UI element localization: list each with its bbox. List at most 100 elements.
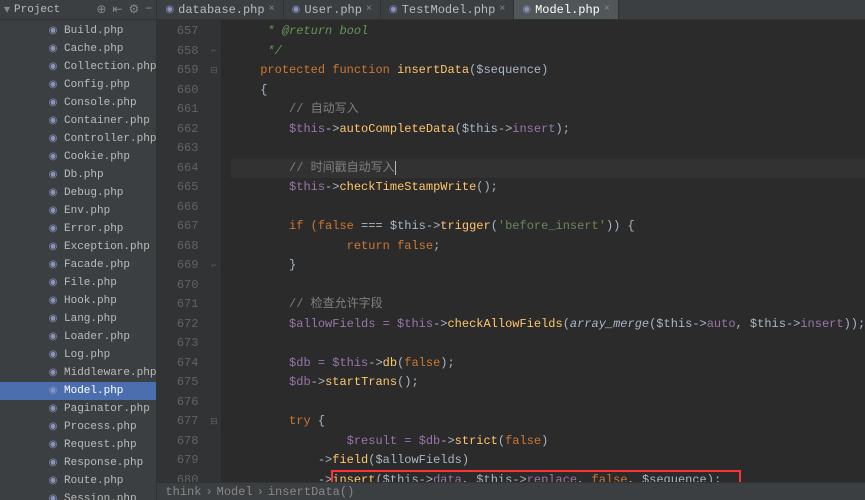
file-item[interactable]: ◉Config.php bbox=[0, 76, 156, 94]
php-icon: ◉ bbox=[46, 168, 60, 182]
php-icon: ◉ bbox=[46, 114, 60, 128]
php-icon: ◉ bbox=[165, 4, 174, 16]
breadcrumb-item[interactable]: insertData() bbox=[268, 485, 354, 499]
php-icon: ◉ bbox=[46, 24, 60, 38]
code-line[interactable]: protected function insertData($sequence) bbox=[231, 61, 865, 81]
code-line[interactable]: ->field($allowFields) bbox=[231, 451, 865, 471]
code-line[interactable]: $result = $db->strict(false) bbox=[231, 432, 865, 452]
file-item[interactable]: ◉Loader.php bbox=[0, 328, 156, 346]
file-item[interactable]: ◉Debug.php bbox=[0, 184, 156, 202]
php-icon: ◉ bbox=[46, 294, 60, 308]
tab-label: TestModel.php bbox=[402, 3, 496, 17]
php-icon: ◉ bbox=[46, 420, 60, 434]
code-line[interactable]: try { bbox=[231, 412, 865, 432]
code-line[interactable] bbox=[231, 198, 865, 218]
file-item[interactable]: ◉Log.php bbox=[0, 346, 156, 364]
php-icon: ◉ bbox=[292, 4, 301, 16]
code-line[interactable]: if (false === $this->trigger('before_ins… bbox=[231, 217, 865, 237]
target-icon[interactable]: ⊕ bbox=[96, 2, 106, 17]
breadcrumb-item[interactable]: think bbox=[165, 485, 201, 499]
code-line[interactable]: // 时间戳自动写入 bbox=[231, 159, 865, 179]
file-item[interactable]: ◉Cookie.php bbox=[0, 148, 156, 166]
php-icon: ◉ bbox=[46, 204, 60, 218]
file-item[interactable]: ◉Exception.php bbox=[0, 238, 156, 256]
code-line[interactable] bbox=[231, 139, 865, 159]
editor-tab[interactable]: ◉ database.php × bbox=[157, 0, 283, 19]
code-content[interactable]: * @return bool */ protected function ins… bbox=[221, 20, 865, 482]
close-icon[interactable]: × bbox=[499, 4, 505, 15]
php-icon: ◉ bbox=[46, 366, 60, 380]
file-item[interactable]: ◉Hook.php bbox=[0, 292, 156, 310]
php-icon: ◉ bbox=[46, 240, 60, 254]
file-item[interactable]: ◉Collection.php bbox=[0, 58, 156, 76]
file-item[interactable]: ◉Response.php bbox=[0, 454, 156, 472]
file-item[interactable]: ◉Lang.php bbox=[0, 310, 156, 328]
file-item[interactable]: ◉Middleware.php bbox=[0, 364, 156, 382]
code-line[interactable]: $db = $this->db(false); bbox=[231, 354, 865, 374]
file-item[interactable]: ◉Facade.php bbox=[0, 256, 156, 274]
file-item[interactable]: ◉Container.php bbox=[0, 112, 156, 130]
code-line[interactable]: ->insert($this->data, $this->replace, fa… bbox=[231, 471, 865, 483]
php-icon: ◉ bbox=[46, 492, 60, 500]
php-icon: ◉ bbox=[46, 438, 60, 452]
collapse-all-icon[interactable]: ⇤ bbox=[112, 2, 122, 17]
breadcrumb[interactable]: think › Model › insertData() bbox=[157, 482, 865, 500]
code-line[interactable]: { bbox=[231, 81, 865, 101]
code-line[interactable]: // 自动写入 bbox=[231, 100, 865, 120]
editor-tab[interactable]: ◉Model.php× bbox=[514, 0, 619, 19]
file-item[interactable]: ◉Paginator.php bbox=[0, 400, 156, 418]
php-icon: ◉ bbox=[46, 96, 60, 110]
close-icon[interactable]: × bbox=[604, 4, 610, 15]
project-sidebar: ▾ Project ⊕ ⇤ ⚙ − ◉Build.php◉Cache.php◉C… bbox=[0, 0, 157, 500]
sidebar-title: Project bbox=[14, 4, 96, 16]
tab-label: database.php bbox=[178, 3, 264, 17]
code-line[interactable]: } bbox=[231, 256, 865, 276]
code-line[interactable]: * @return bool bbox=[231, 22, 865, 42]
code-line[interactable] bbox=[231, 393, 865, 413]
gear-icon[interactable]: ⚙ bbox=[128, 2, 139, 17]
file-item[interactable]: ◉Build.php bbox=[0, 22, 156, 40]
php-icon: ◉ bbox=[46, 330, 60, 344]
file-item[interactable]: ◉Db.php bbox=[0, 166, 156, 184]
file-item[interactable]: ◉Env.php bbox=[0, 202, 156, 220]
code-line[interactable]: $allowFields = $this->checkAllowFields(a… bbox=[231, 315, 865, 335]
php-icon: ◉ bbox=[522, 4, 531, 16]
file-item[interactable]: ◉Controller.php bbox=[0, 130, 156, 148]
editor-tabs: ◉database.php×◉User.php×◉TestModel.php×◉… bbox=[157, 0, 865, 20]
php-icon: ◉ bbox=[46, 222, 60, 236]
code-line[interactable] bbox=[231, 276, 865, 296]
php-icon: ◉ bbox=[46, 474, 60, 488]
editor-area: ◉database.php×◉User.php×◉TestModel.php×◉… bbox=[157, 0, 865, 500]
code-line[interactable]: $this->autoCompleteData($this->insert); bbox=[231, 120, 865, 140]
file-item[interactable]: ◉Cache.php bbox=[0, 40, 156, 58]
code-line[interactable] bbox=[231, 334, 865, 354]
file-item[interactable]: ◉Model.php bbox=[0, 382, 156, 400]
file-tree: ◉Build.php◉Cache.php◉Collection.php◉Conf… bbox=[0, 20, 156, 500]
file-item[interactable]: ◉Request.php bbox=[0, 436, 156, 454]
php-icon: ◉ bbox=[46, 384, 60, 398]
code-line[interactable]: */ bbox=[231, 42, 865, 62]
editor-tab[interactable]: ◉TestModel.php× bbox=[381, 0, 514, 19]
fold-column: ⌐⊟⌐⊟ bbox=[207, 20, 221, 482]
hide-icon[interactable]: − bbox=[145, 2, 152, 17]
file-item[interactable]: ◉Route.php bbox=[0, 472, 156, 490]
file-item[interactable]: ◉Error.php bbox=[0, 220, 156, 238]
code-line[interactable]: return false; bbox=[231, 237, 865, 257]
php-icon: ◉ bbox=[46, 258, 60, 272]
collapse-icon[interactable]: ▾ bbox=[4, 2, 10, 17]
file-item[interactable]: ◉Process.php bbox=[0, 418, 156, 436]
file-item[interactable]: ◉File.php bbox=[0, 274, 156, 292]
php-icon: ◉ bbox=[46, 60, 60, 74]
close-icon[interactable]: × bbox=[366, 4, 372, 15]
close-icon[interactable]: × bbox=[269, 4, 275, 15]
code-line[interactable]: // 检查允许字段 bbox=[231, 295, 865, 315]
file-item[interactable]: ◉Session.php bbox=[0, 490, 156, 500]
breadcrumb-item[interactable]: Model bbox=[217, 485, 253, 499]
php-icon: ◉ bbox=[46, 402, 60, 416]
file-item[interactable]: ◉Console.php bbox=[0, 94, 156, 112]
code-editor[interactable]: 6576586596606616626636646656666676686696… bbox=[157, 20, 865, 482]
editor-tab[interactable]: ◉User.php× bbox=[284, 0, 381, 19]
code-line[interactable]: $db->startTrans(); bbox=[231, 373, 865, 393]
php-icon: ◉ bbox=[46, 456, 60, 470]
code-line[interactable]: $this->checkTimeStampWrite(); bbox=[231, 178, 865, 198]
